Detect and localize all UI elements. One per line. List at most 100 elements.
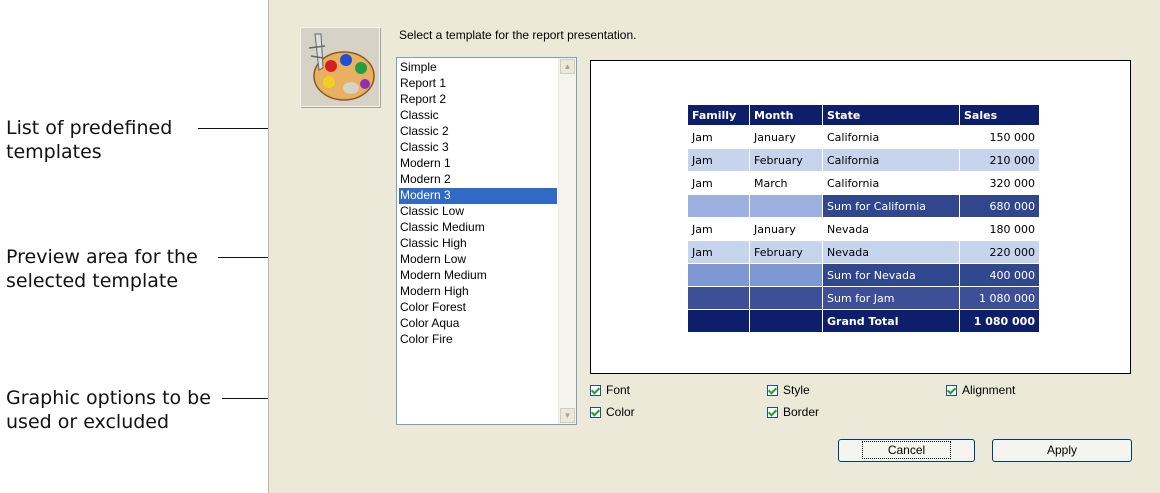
cancel-button-label: Cancel [861,441,952,459]
template-item-selected[interactable]: Modern 3 [399,188,557,204]
grand-total-row: Grand Total 1 080 000 [687,309,1040,333]
style-checkbox[interactable]: Style [767,383,810,397]
cancel-button[interactable]: Cancel [838,439,975,462]
table-cell: Nevada [822,217,960,241]
table-cell: Nevada [822,240,960,264]
table-cell: 320 000 [959,171,1040,195]
template-item[interactable]: Classic 2 [399,124,557,140]
table-header-row: Familly Month State Sales [687,104,1040,126]
template-item[interactable]: Classic 3 [399,140,557,156]
table-cell [687,263,750,287]
table-cell: 680 000 [959,194,1040,218]
table-cell: Grand Total [822,309,960,333]
checkbox-label: Color [606,405,635,419]
dialog-prompt: Select a template for the report present… [399,28,637,42]
apply-button[interactable]: Apply [992,439,1132,462]
template-item[interactable]: Classic Low [399,204,557,220]
table-row: Jam February California 210 000 [687,148,1040,172]
table-cell: 150 000 [959,125,1040,149]
table-cell: Jam [687,125,750,149]
template-item[interactable]: Simple [399,60,557,76]
checkbox-checked-icon[interactable] [767,407,778,418]
table-cell [687,309,750,333]
template-item[interactable]: Modern 2 [399,172,557,188]
template-item[interactable]: Modern Medium [399,268,557,284]
table-cell: 220 000 [959,240,1040,264]
table-cell: Jam [687,171,750,195]
table-cell: January [749,217,823,241]
template-item[interactable]: Classic Medium [399,220,557,236]
column-header: Month [749,104,823,126]
table-cell: 1 080 000 [959,309,1040,333]
table-cell [749,194,823,218]
table-cell: 210 000 [959,148,1040,172]
column-header: Sales [959,104,1040,126]
checkbox-label: Alignment [962,383,1016,397]
table-row: Jam March California 320 000 [687,171,1040,195]
palette-icon [300,27,380,107]
table-row: Jam January Nevada 180 000 [687,217,1040,241]
table-cell [749,263,823,287]
scroll-down-button[interactable]: ▼ [560,408,575,423]
preview-report-table: Familly Month State Sales Jam January Ca… [687,104,1040,333]
alignment-checkbox[interactable]: Alignment [946,383,1015,397]
checkbox-checked-icon[interactable] [590,407,601,418]
annotation-line: templates [6,141,102,163]
template-item[interactable]: Color Fire [399,332,557,348]
font-checkbox[interactable]: Font [590,383,630,397]
table-cell: California [822,125,960,149]
table-cell: California [822,171,960,195]
table-cell: Sum for Jam [822,286,960,310]
template-item[interactable]: Classic High [399,236,557,252]
checkbox-checked-icon[interactable] [590,385,601,396]
checkbox-label: Style [783,383,810,397]
table-cell: 1 080 000 [959,286,1040,310]
subtotal-row: Sum for Nevada 400 000 [687,263,1040,287]
template-item[interactable]: Modern Low [399,252,557,268]
table-cell: California [822,148,960,172]
table-cell: Sum for California [822,194,960,218]
table-cell: Jam [687,240,750,264]
template-item[interactable]: Report 2 [399,92,557,108]
table-cell [749,286,823,310]
checkbox-checked-icon[interactable] [946,385,957,396]
template-item[interactable]: Color Forest [399,300,557,316]
template-item[interactable]: Classic [399,108,557,124]
template-item[interactable]: Modern High [399,284,557,300]
table-row: Jam February Nevada 220 000 [687,240,1040,264]
template-item[interactable]: Report 1 [399,76,557,92]
column-header: State [822,104,960,126]
table-cell: January [749,125,823,149]
table-cell: 400 000 [959,263,1040,287]
border-checkbox[interactable]: Border [767,405,819,419]
annotation-line: used or excluded [6,411,170,433]
table-cell [749,309,823,333]
template-item[interactable]: Color Aqua [399,316,557,332]
checkbox-checked-icon[interactable] [767,385,778,396]
color-checkbox[interactable]: Color [590,405,635,419]
checkbox-label: Font [606,383,631,397]
table-cell: Sum for Nevada [822,263,960,287]
list-scrollbar[interactable]: ▲ ▼ [558,58,576,424]
template-listbox[interactable]: Simple Report 1 Report 2 Classic Classic… [396,57,577,425]
annotation-line: Graphic options to be [6,387,211,409]
subtotal-row: Sum for Jam 1 080 000 [687,286,1040,310]
annotation-line: selected template [6,270,179,292]
checkbox-label: Border [783,405,820,419]
table-cell [687,194,750,218]
annotation-template-list: List of predefined templates [6,116,172,164]
apply-button-label: Apply [1046,443,1078,457]
template-item[interactable]: Modern 1 [399,156,557,172]
table-cell [687,286,750,310]
table-cell: March [749,171,823,195]
column-header: Familly [687,104,750,126]
annotation-line: Preview area for the [6,246,198,268]
table-cell: Jam [687,148,750,172]
annotation-preview-area: Preview area for the selected template [6,245,198,293]
annotation-line: List of predefined [6,117,173,139]
annotation-graphic-options: Graphic options to be used or excluded [6,386,211,434]
scroll-up-button[interactable]: ▲ [560,59,575,74]
table-cell: 180 000 [959,217,1040,241]
subtotal-row: Sum for California 680 000 [687,194,1040,218]
table-row: Jam January California 150 000 [687,125,1040,149]
